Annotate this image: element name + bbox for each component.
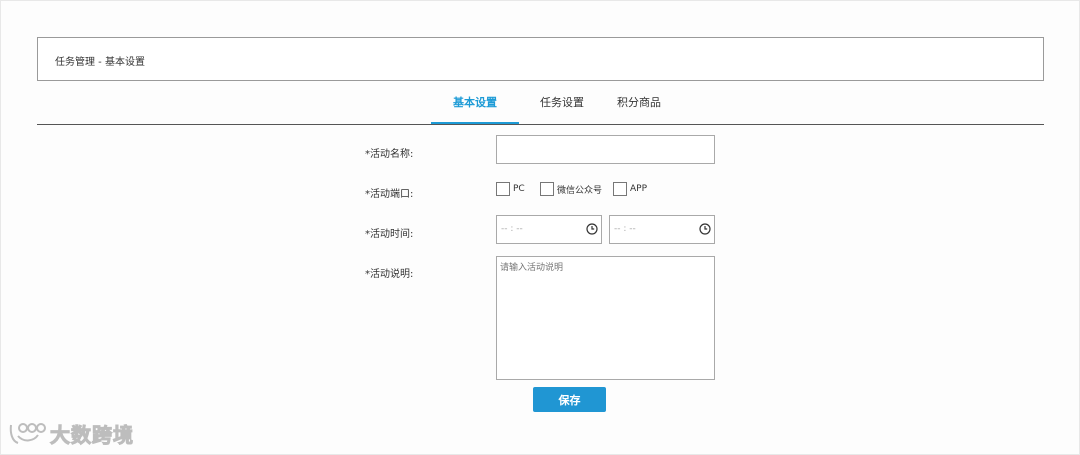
port-app-checkbox[interactable]: [613, 182, 627, 196]
port-pc-option[interactable]: PC: [496, 182, 525, 196]
activity-desc-textarea[interactable]: [496, 256, 715, 380]
start-time-placeholder: -- : --: [501, 224, 523, 234]
watermark-logo-icon: [9, 423, 46, 444]
save-button[interactable]: 保存: [533, 387, 606, 412]
port-wechat-label: 微信公众号: [557, 185, 603, 196]
activity-name-input[interactable]: [496, 135, 715, 164]
watermark-text: 大数跨境: [50, 422, 134, 447]
port-app-option[interactable]: APP: [613, 182, 647, 196]
activity-desc-label: *活动说明:: [365, 269, 414, 280]
clock-icon[interactable]: [699, 223, 711, 235]
end-time-input[interactable]: -- : --: [609, 215, 715, 244]
watermark: 大数跨境: [8, 418, 134, 448]
port-pc-label: PC: [513, 184, 525, 194]
tab-task-settings[interactable]: 任务设置: [519, 88, 605, 124]
page-title: 任务管理 - 基本设置: [55, 57, 145, 68]
tab-points-products[interactable]: 积分商品: [605, 88, 673, 124]
port-app-label: APP: [630, 184, 648, 194]
tab-bar: 基本设置 任务设置 积分商品: [431, 88, 673, 124]
clock-icon[interactable]: [586, 223, 598, 235]
end-time-placeholder: -- : --: [614, 224, 636, 234]
start-time-input[interactable]: -- : --: [496, 215, 602, 244]
activity-time-label: *活动时间:: [365, 229, 414, 240]
port-pc-checkbox[interactable]: [496, 182, 510, 196]
port-wechat-option[interactable]: 微信公众号: [540, 182, 602, 196]
port-wechat-checkbox[interactable]: [540, 182, 554, 196]
activity-port-label: *活动端口:: [365, 189, 414, 200]
header-bar: 任务管理 - 基本设置: [37, 37, 1044, 81]
tabs-divider: [37, 124, 1044, 125]
activity-name-label: *活动名称:: [365, 149, 414, 160]
tab-basic-settings[interactable]: 基本设置: [431, 88, 519, 124]
